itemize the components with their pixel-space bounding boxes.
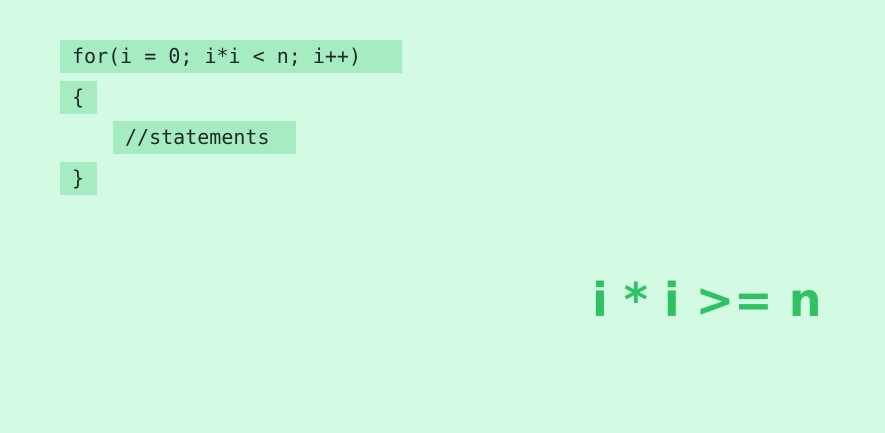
code-line-close-brace: } [60, 162, 97, 195]
termination-condition: i * i >= n [592, 273, 822, 327]
code-line-statements-comment: //statements [113, 121, 296, 154]
code-line-open-brace: { [60, 81, 97, 114]
code-line-for-loop: for(i = 0; i*i < n; i++) [60, 40, 402, 73]
